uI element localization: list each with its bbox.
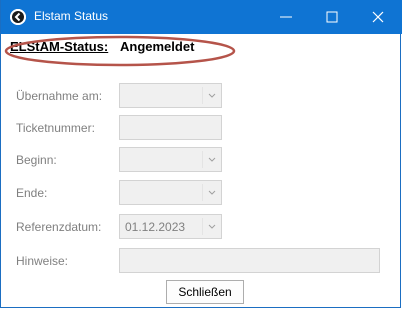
close-window-button[interactable] (355, 0, 401, 34)
window-title: Elstam Status (34, 9, 109, 23)
uebernahme-combobox[interactable] (119, 83, 222, 108)
close-button[interactable]: Schließen (166, 280, 244, 304)
chevron-down-icon (208, 93, 216, 98)
maximize-icon (326, 11, 338, 23)
referenzdatum-value: 01.12.2023 (125, 220, 186, 234)
hinweise-label: Hinweise: (16, 254, 69, 268)
referenzdatum-dropdown-button[interactable] (202, 218, 221, 235)
maximize-button[interactable] (309, 0, 355, 34)
ende-label: Ende: (16, 186, 48, 200)
chevron-down-icon (208, 190, 216, 195)
app-logo-icon (10, 9, 26, 25)
ende-dropdown-button[interactable] (202, 184, 221, 201)
uebernahme-label: Übernahme am: (16, 89, 103, 103)
referenzdatum-label: Referenzdatum: (16, 220, 102, 234)
close-icon (372, 11, 384, 23)
chevron-down-icon (208, 157, 216, 162)
status-label: ELStAM-Status: (10, 39, 109, 54)
ticketnummer-field[interactable] (119, 115, 222, 140)
hinweise-field[interactable] (119, 248, 380, 273)
ticketnummer-label: Ticketnummer: (16, 121, 95, 135)
ende-combobox[interactable] (119, 180, 222, 205)
minimize-icon (280, 16, 292, 18)
chevron-down-icon (208, 224, 216, 229)
uebernahme-dropdown-button[interactable] (202, 87, 221, 104)
title-bar[interactable]: Elstam Status (1, 0, 402, 34)
referenzdatum-combobox[interactable]: 01.12.2023 (119, 214, 222, 239)
beginn-combobox[interactable] (119, 147, 222, 172)
minimize-button[interactable] (263, 0, 309, 34)
elstam-status-dialog: Elstam Status ELStAM-Status: Angemeldet … (0, 0, 402, 308)
beginn-dropdown-button[interactable] (202, 151, 221, 168)
beginn-label: Beginn: (16, 153, 57, 167)
status-value: Angemeldet (120, 39, 195, 54)
